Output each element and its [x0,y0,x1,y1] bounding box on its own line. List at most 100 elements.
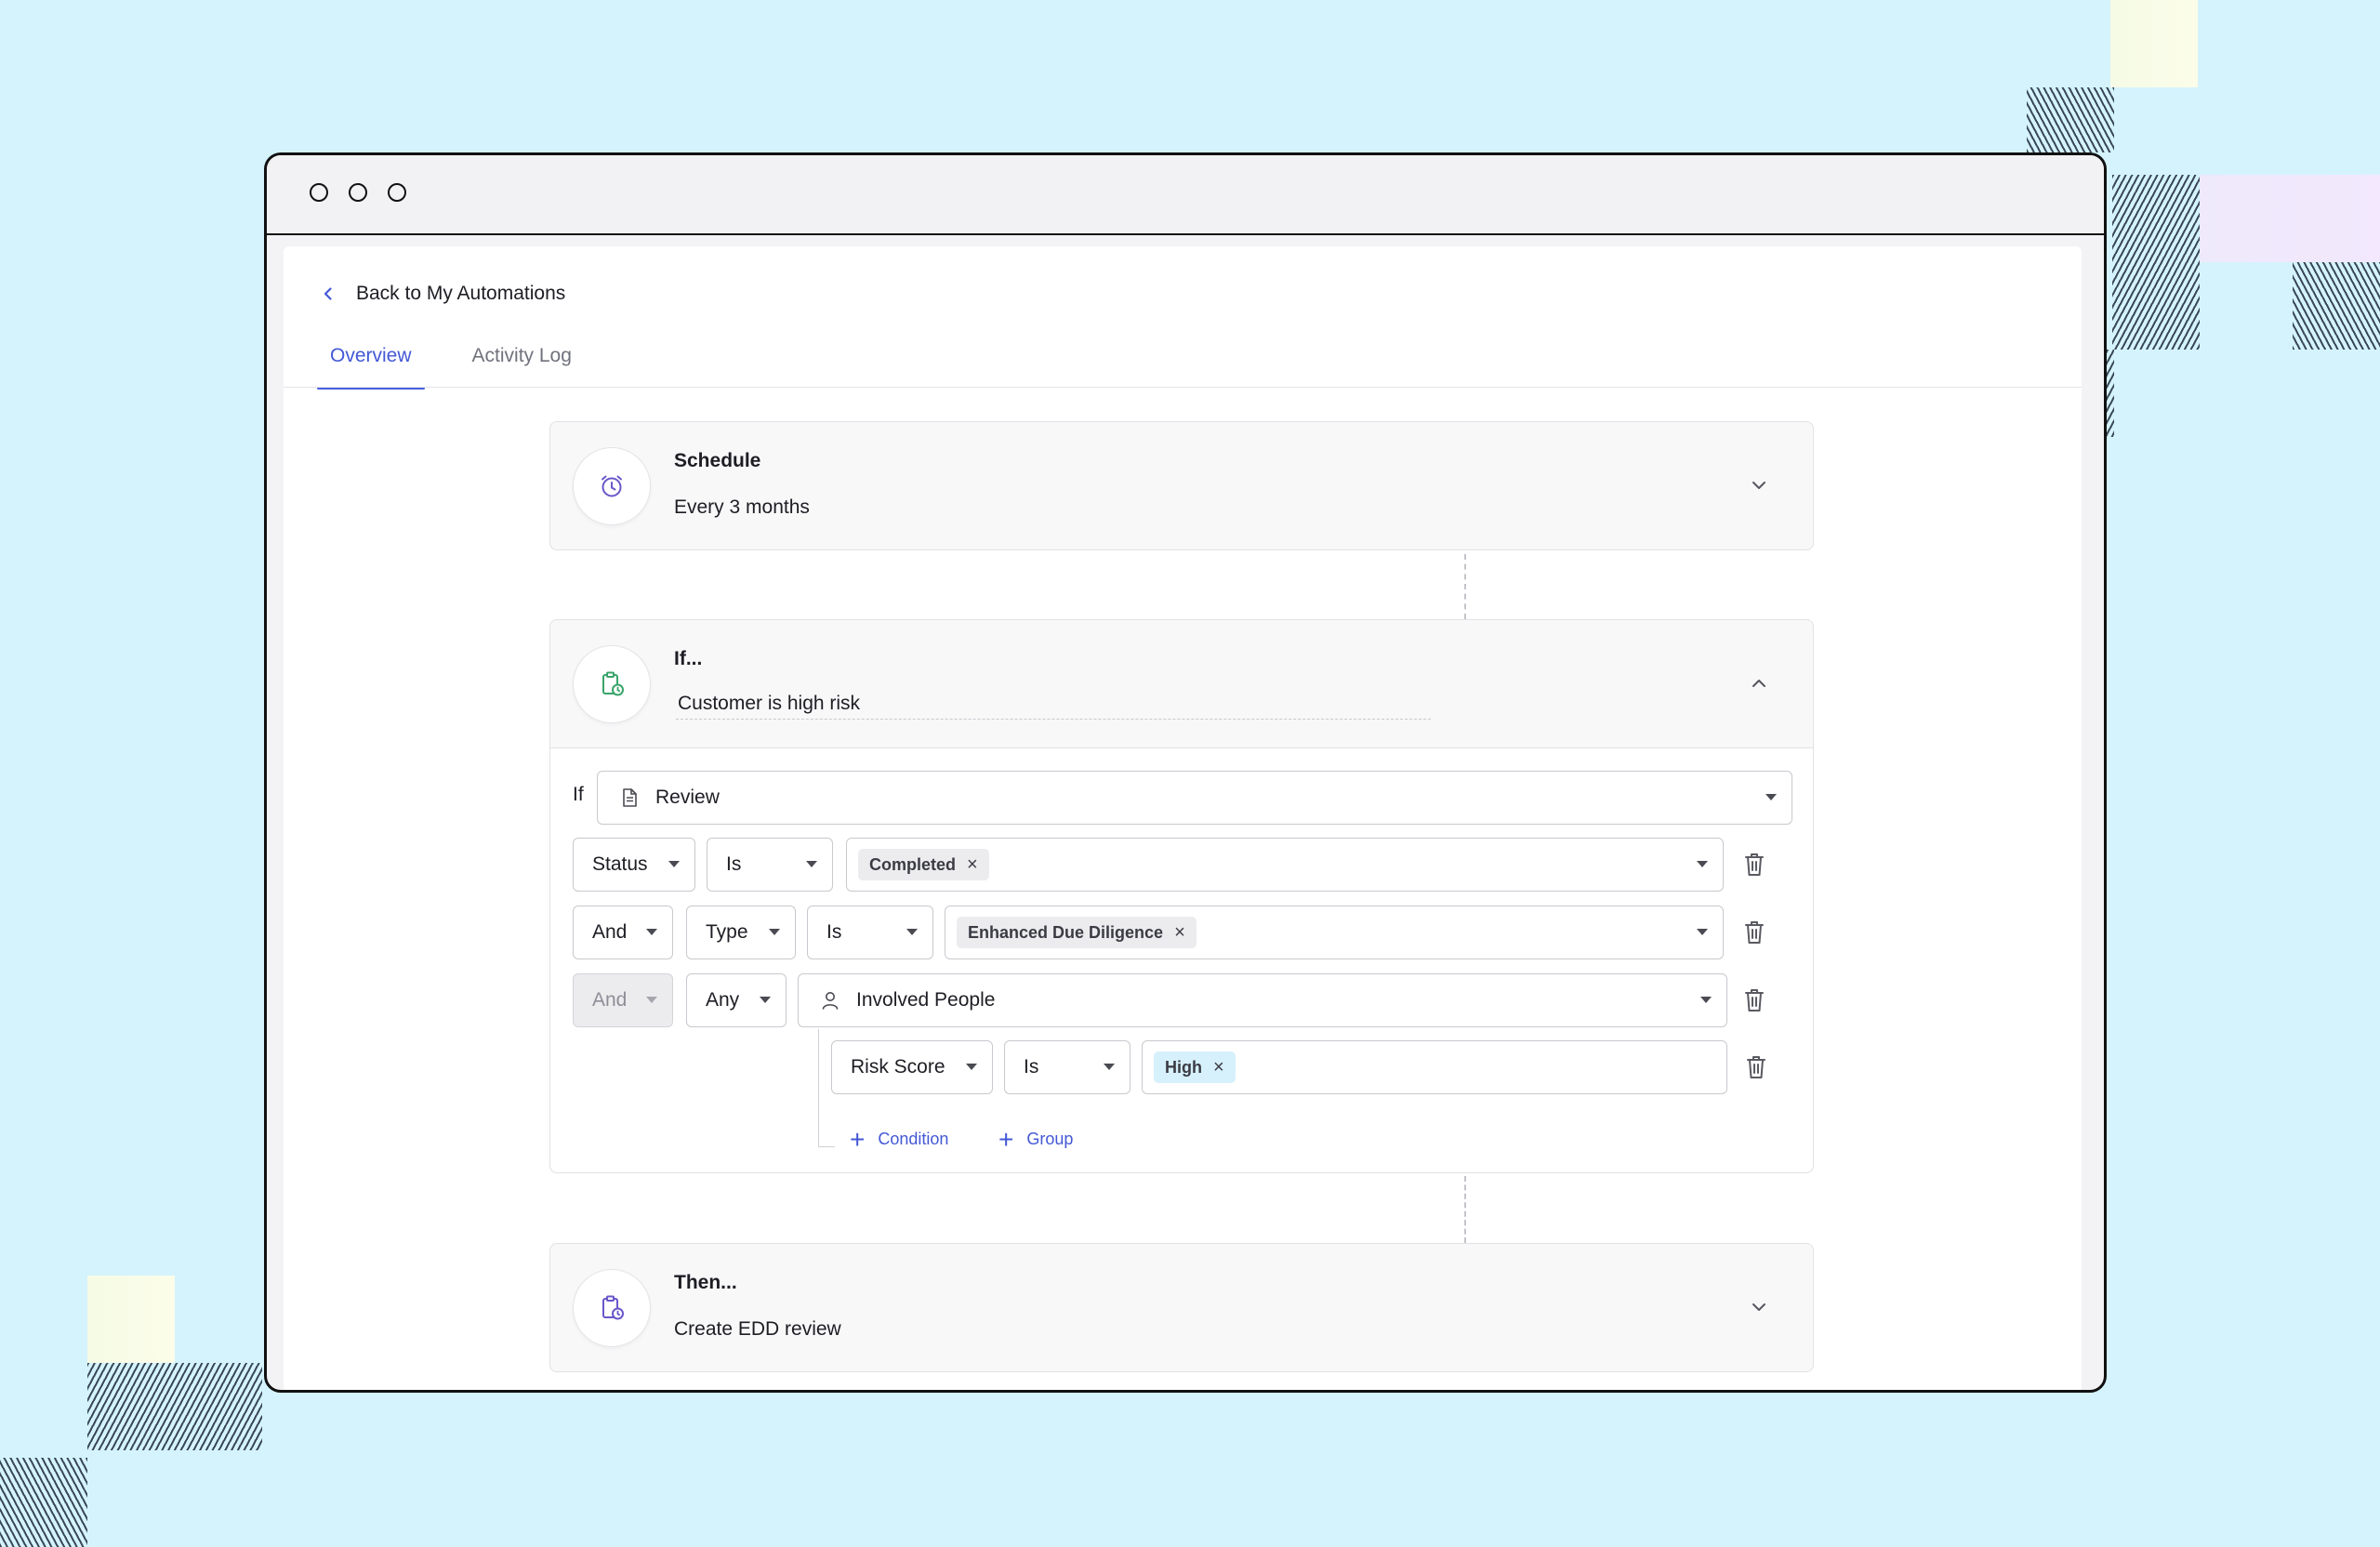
caret-down-icon [646,929,657,935]
value-chip: Enhanced Due Diligence × [957,917,1197,948]
operator-select[interactable]: Is [1004,1040,1130,1094]
field-select-label: Status [592,853,648,875]
operator-select[interactable]: Is [807,906,933,959]
window-minimize-dot[interactable] [349,183,367,202]
caret-down-icon [668,861,680,867]
value-multiselect-type[interactable]: Enhanced Due Diligence × [945,906,1724,959]
schedule-card: Schedule Every 3 months [549,421,1814,550]
caret-down-icon [1765,794,1777,800]
caret-down-icon [1700,997,1712,1003]
delete-row-icon[interactable] [1742,851,1766,879]
condition-title: If... [674,648,703,669]
caret-down-icon [646,997,657,1003]
action-title: Then... [674,1272,737,1293]
caret-down-icon [760,997,771,1003]
tab-overview[interactable]: Overview [317,336,425,390]
action-value: Create EDD review [674,1318,841,1340]
caret-down-icon [906,929,918,935]
back-link[interactable]: Back to My Automations [321,280,565,308]
if-label: If [573,784,584,805]
operator-select-label: Is [1024,1056,1039,1078]
caret-down-icon [806,861,817,867]
value-multiselect-risk-score[interactable]: High × [1142,1040,1727,1094]
value-chip-label: Completed [869,854,957,874]
delete-row-icon[interactable] [1742,919,1766,946]
operator-select-label: Is [726,853,742,875]
decor-tile [2200,175,2380,262]
tab-bar: Overview Activity Log [317,336,585,390]
decor-hatch [2112,175,2200,350]
browser-window: Back to My Automations Overview Activity… [264,152,2107,1393]
app-content: Back to My Automations Overview Activity… [284,246,2082,1390]
add-group-label: Group [1026,1130,1074,1148]
plus-icon: + [850,1124,866,1154]
quantifier-select-label: Any [706,989,740,1011]
value-chip: High × [1154,1051,1236,1083]
remove-chip-icon[interactable]: × [967,854,978,876]
remove-chip-icon[interactable]: × [1213,1057,1224,1078]
value-multiselect-status[interactable]: Completed × [846,838,1724,892]
value-chip: Completed × [858,849,989,880]
group-tree-line [818,1029,819,1146]
condition-builder: If Review Status Is Completed × And Type… [550,747,1813,1172]
group-tree-branch [818,1146,835,1147]
flow-connector [1464,1176,1466,1243]
tab-divider [284,387,2082,388]
schedule-title: Schedule [674,450,761,471]
condition-card-header[interactable]: If... Customer is high risk [550,620,1813,747]
decor-hatch [2107,350,2114,437]
caret-down-icon [769,929,780,935]
quantifier-select[interactable]: Any [686,973,787,1027]
tab-activity-log[interactable]: Activity Log [459,336,585,390]
conjunction-select[interactable]: And [573,906,673,959]
entity-select[interactable]: Review [597,771,1792,825]
decor-tile [2110,0,2198,87]
flow-connector [1464,554,1466,619]
field-select-type[interactable]: Type [686,906,796,959]
add-group-button[interactable]: + Group [998,1124,1074,1154]
conjunction-select-label: And [592,989,628,1011]
field-select-risk-score[interactable]: Risk Score [831,1040,993,1094]
caret-down-icon [1697,861,1708,867]
chevron-up-icon[interactable] [1750,674,1768,693]
delete-row-icon[interactable] [1744,1053,1768,1081]
conjunction-select-disabled: And [573,973,673,1027]
value-chip-label: High [1165,1057,1202,1077]
delete-row-icon[interactable] [1742,986,1766,1014]
entity-select-value: Review [655,787,720,808]
schedule-value: Every 3 months [674,496,810,518]
remove-chip-icon[interactable]: × [1174,922,1185,944]
schedule-card-header[interactable]: Schedule Every 3 months [550,422,1813,549]
decor-hatch [2027,87,2114,152]
decor-hatch [2293,262,2380,350]
person-icon [822,992,839,1010]
clipboard-clock-icon [602,1295,624,1320]
action-card-header[interactable]: Then... Create EDD review [550,1244,1813,1371]
field-select-status[interactable]: Status [573,838,695,892]
window-maximize-dot[interactable] [388,183,406,202]
add-condition-button[interactable]: + Condition [850,1124,949,1154]
window-close-dot[interactable] [310,183,328,202]
field-select-label: Type [706,921,748,943]
caret-down-icon [1697,929,1708,935]
operator-select-label: Is [826,921,842,943]
operator-select[interactable]: Is [707,838,833,892]
schedule-icon-badge [573,447,651,525]
back-link-label: Back to My Automations [356,283,566,304]
plus-icon: + [998,1124,1014,1154]
decor-tile [87,1276,175,1363]
conjunction-select-label: And [592,921,628,943]
add-condition-label: Condition [878,1130,949,1148]
clipboard-clock-icon [602,671,624,696]
window-titlebar [267,155,2104,235]
action-card: Then... Create EDD review [549,1243,1814,1372]
chevron-down-icon[interactable] [1750,1298,1768,1316]
decor-hatch [87,1363,262,1450]
condition-summary[interactable]: Customer is high risk [676,693,1431,720]
relation-select[interactable]: Involved People [798,973,1727,1027]
chevron-left-icon [324,287,332,300]
condition-card: If... Customer is high risk If Review St… [549,619,1814,1173]
field-select-label: Risk Score [851,1056,945,1078]
relation-select-value: Involved People [856,989,996,1011]
chevron-down-icon[interactable] [1750,476,1768,495]
